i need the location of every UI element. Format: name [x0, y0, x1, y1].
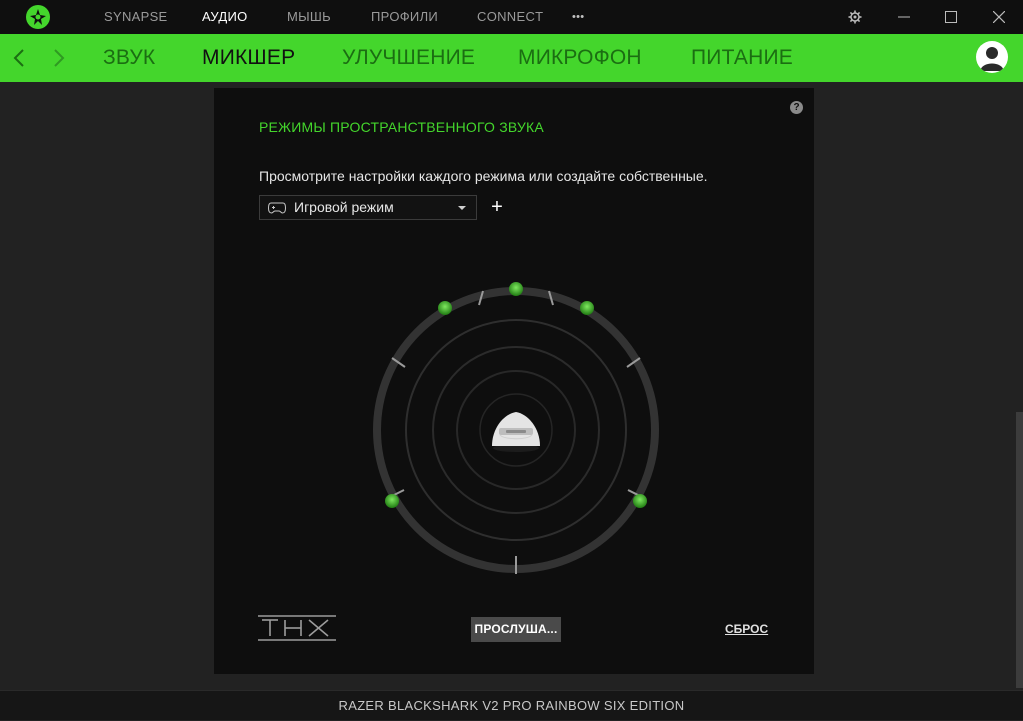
minimize-icon	[898, 16, 910, 18]
close-button[interactable]	[976, 0, 1022, 34]
listener-head-icon	[492, 412, 540, 452]
minimize-button[interactable]	[881, 0, 927, 34]
speaker-front-center[interactable]	[509, 282, 523, 296]
settings-button[interactable]	[832, 0, 878, 34]
sub-navigation: ЗВУК МИКШЕР УЛУЧШЕНИЕ МИКРОФОН ПИТАНИЕ	[0, 34, 1023, 82]
tab-power[interactable]: ПИТАНИЕ	[691, 34, 793, 82]
thx-logo	[258, 615, 336, 641]
razer-logo-icon[interactable]	[25, 4, 51, 30]
gear-icon	[848, 10, 862, 24]
spatial-audio-panel: ? РЕЖИМЫ ПРОСТРАНСТВЕННОГО ЗВУКА Просмот…	[214, 88, 814, 674]
topnav-synapse[interactable]: SYNAPSE	[104, 0, 168, 34]
topnav-profiles[interactable]: ПРОФИЛИ	[371, 0, 438, 34]
maximize-button[interactable]	[928, 0, 974, 34]
topnav-mouse[interactable]: МЫШЬ	[287, 0, 331, 34]
tab-microphone[interactable]: МИКРОФОН	[518, 34, 642, 82]
user-icon	[980, 47, 1004, 71]
device-name: RAZER BLACKSHARK V2 PRO RAINBOW SIX EDIT…	[338, 698, 685, 713]
title-bar: SYNAPSE АУДИО МЫШЬ ПРОФИЛИ CONNECT •••	[0, 0, 1023, 34]
back-arrow-icon[interactable]	[8, 46, 32, 70]
spatial-speaker-radar	[373, 282, 659, 574]
reset-link[interactable]: СБРОС	[725, 622, 768, 636]
topnav-connect[interactable]: CONNECT	[477, 0, 543, 34]
speaker-nodes	[385, 282, 647, 508]
device-name-bar: RAZER BLACKSHARK V2 PRO RAINBOW SIX EDIT…	[0, 690, 1023, 720]
tab-enhancement[interactable]: УЛУЧШЕНИЕ	[342, 34, 475, 82]
avatar[interactable]	[976, 41, 1008, 73]
speaker-front-left[interactable]	[438, 301, 452, 315]
forward-arrow-icon[interactable]	[46, 46, 70, 70]
maximize-icon	[945, 11, 957, 23]
tab-sound[interactable]: ЗВУК	[103, 34, 155, 82]
speaker-side-left[interactable]	[385, 494, 399, 508]
tab-mixer[interactable]: МИКШЕР	[202, 34, 295, 82]
more-icon[interactable]: •••	[572, 0, 584, 34]
listen-button[interactable]: ПРОСЛУША...	[471, 617, 561, 642]
speaker-front-right[interactable]	[580, 301, 594, 315]
scrollbar-thumb[interactable]	[1016, 412, 1023, 688]
speaker-side-right[interactable]	[633, 494, 647, 508]
close-icon	[993, 11, 1005, 23]
topnav-audio[interactable]: АУДИО	[202, 0, 248, 34]
